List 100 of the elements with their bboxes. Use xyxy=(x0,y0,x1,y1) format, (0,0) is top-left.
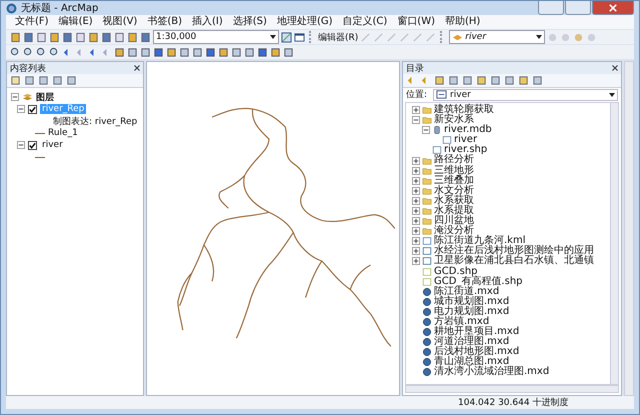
toolbar-tool-icon[interactable] xyxy=(49,46,60,58)
catalog-tool-icon[interactable] xyxy=(532,75,543,86)
toolbar-tool-icon[interactable] xyxy=(192,46,203,58)
toolbar-tool-icon[interactable] xyxy=(36,46,47,58)
toolbar-tool-icon[interactable] xyxy=(140,32,151,42)
list-view-icon[interactable] xyxy=(24,75,35,86)
toolbar-tool-icon[interactable] xyxy=(10,32,21,42)
catalog-tool-icon[interactable] xyxy=(448,75,459,86)
list-view-icon[interactable] xyxy=(38,75,49,86)
maximize-button[interactable] xyxy=(565,1,591,15)
toolbar-tool-icon[interactable] xyxy=(166,46,177,58)
toolbar-tool-icon[interactable] xyxy=(101,32,112,42)
expander-icon[interactable] xyxy=(412,247,420,256)
toolbar-tool-icon[interactable] xyxy=(127,32,138,42)
editor-menu[interactable]: 编辑器(R) xyxy=(318,30,358,44)
catalog-tool-icon[interactable] xyxy=(462,75,473,86)
toolbar-tool-icon[interactable] xyxy=(218,46,229,58)
catalog-item[interactable]: 路径分析 xyxy=(434,155,474,166)
menu-item[interactable]: 选择(S) xyxy=(228,15,272,29)
menu-item[interactable]: 自定义(C) xyxy=(338,15,392,29)
menu-item[interactable]: 地理处理(G) xyxy=(272,15,338,29)
catalog-item[interactable]: 水系获取 xyxy=(434,196,474,206)
toolbar-tool-icon[interactable] xyxy=(114,32,125,42)
catalog-tool-icon[interactable] xyxy=(490,75,501,86)
expander-icon[interactable] xyxy=(17,141,25,149)
expander-icon[interactable] xyxy=(412,217,420,226)
toolbar-tool-icon[interactable] xyxy=(257,46,268,58)
close-icon[interactable] xyxy=(134,65,140,71)
toolbar-tool-icon[interactable] xyxy=(283,46,294,58)
toolbar-tool-icon[interactable] xyxy=(270,46,281,58)
catalog-item[interactable]: GCD_有高程值.shp xyxy=(434,276,523,287)
catalog-item[interactable]: 清水湾小流域治理图.mxd xyxy=(434,367,550,378)
toolbar-tool-icon[interactable] xyxy=(75,32,86,42)
menu-item[interactable]: 帮助(H) xyxy=(440,15,486,29)
catalog-item[interactable]: 水文分析 xyxy=(434,186,474,196)
expander-icon[interactable] xyxy=(412,196,420,205)
toolbar-tool-icon[interactable] xyxy=(244,46,255,58)
toolbar-tool-icon[interactable] xyxy=(114,46,125,58)
expander-icon[interactable] xyxy=(422,126,430,134)
catalog-tool-icon[interactable] xyxy=(518,75,529,86)
close-icon[interactable] xyxy=(612,65,618,71)
catalog-item[interactable]: river.shp xyxy=(444,145,488,156)
location-field[interactable]: river xyxy=(433,88,618,100)
toolbar-tool-icon[interactable] xyxy=(127,46,138,58)
menu-item[interactable]: 视图(V) xyxy=(98,15,142,29)
scale-dropdown[interactable]: 1:30,000 xyxy=(153,30,279,44)
menu-item[interactable]: 文件(F) xyxy=(10,15,54,29)
catalog-item[interactable]: 卫星影像在浦北县白石水镇、北通镇 xyxy=(434,256,594,266)
list-view-icon[interactable] xyxy=(10,75,21,86)
expander-icon[interactable] xyxy=(412,206,420,215)
catalog-item[interactable]: 耕地开垦项目.mxd xyxy=(434,327,520,338)
toolbar-tool-icon[interactable] xyxy=(10,46,21,58)
expander-icon[interactable] xyxy=(412,227,420,236)
expander-icon[interactable] xyxy=(412,156,420,165)
catalog-tool-icon[interactable] xyxy=(504,75,515,86)
catalog-item[interactable]: 三维叠加 xyxy=(434,176,474,186)
toolbar-tool-icon[interactable] xyxy=(294,32,305,42)
menu-item[interactable]: 编辑(E) xyxy=(54,15,98,29)
toolbar-tool-icon[interactable] xyxy=(88,32,99,42)
toolbar-tool-icon[interactable] xyxy=(62,32,73,42)
toolbar-tool-icon[interactable] xyxy=(281,32,292,42)
catalog-item[interactable]: 电力规划图.mxd xyxy=(434,306,510,317)
close-button[interactable] xyxy=(592,1,634,15)
layer-name[interactable]: river xyxy=(40,140,65,150)
checkbox[interactable] xyxy=(28,140,37,150)
catalog-tool-icon[interactable] xyxy=(476,75,487,86)
catalog-item[interactable]: 城市规划图.mxd xyxy=(434,296,510,307)
expander-icon[interactable] xyxy=(412,106,420,114)
catalog-item[interactable]: 新安水系 xyxy=(434,115,474,126)
catalog-item[interactable]: 三维地形 xyxy=(434,166,474,176)
expander-icon[interactable] xyxy=(412,166,420,175)
toolbar-tool-icon[interactable] xyxy=(205,46,216,58)
expander-icon[interactable] xyxy=(412,237,420,246)
expander-icon[interactable] xyxy=(412,116,420,124)
scrollbar[interactable] xyxy=(610,103,618,384)
expander-icon[interactable] xyxy=(11,93,19,101)
minimize-button[interactable] xyxy=(538,1,564,15)
catalog-item[interactable]: 淹没分析 xyxy=(434,226,474,236)
expander-icon[interactable] xyxy=(412,176,420,185)
catalog-item[interactable]: 陈江街道.mxd xyxy=(434,286,500,297)
list-view-icon[interactable] xyxy=(52,75,63,86)
checkbox[interactable] xyxy=(28,104,37,114)
toolbar-tool-icon[interactable] xyxy=(231,46,242,58)
toolbar-tool-icon[interactable] xyxy=(49,32,60,42)
catalog-item[interactable]: river.mdb xyxy=(444,125,492,136)
layer-dropdown[interactable]: river xyxy=(449,30,546,44)
menu-item[interactable]: 书签(B) xyxy=(142,15,188,29)
expander-icon[interactable] xyxy=(17,105,25,113)
expander-icon[interactable] xyxy=(412,257,420,266)
menu-item[interactable]: 插入(I) xyxy=(187,15,228,29)
menu-item[interactable]: 窗口(W) xyxy=(392,15,440,29)
layer-group-label[interactable]: 图层 xyxy=(36,90,54,104)
toolbar-tool-icon[interactable] xyxy=(153,46,164,58)
expander-icon[interactable] xyxy=(412,186,420,195)
toolbar-tool-icon[interactable] xyxy=(23,32,34,42)
toolbar-tool-icon[interactable] xyxy=(140,46,151,58)
scrollbar[interactable] xyxy=(624,61,634,396)
list-view-icon[interactable] xyxy=(66,75,77,86)
toolbar-tool-icon[interactable] xyxy=(23,46,34,58)
catalog-item[interactable]: river xyxy=(454,135,478,146)
